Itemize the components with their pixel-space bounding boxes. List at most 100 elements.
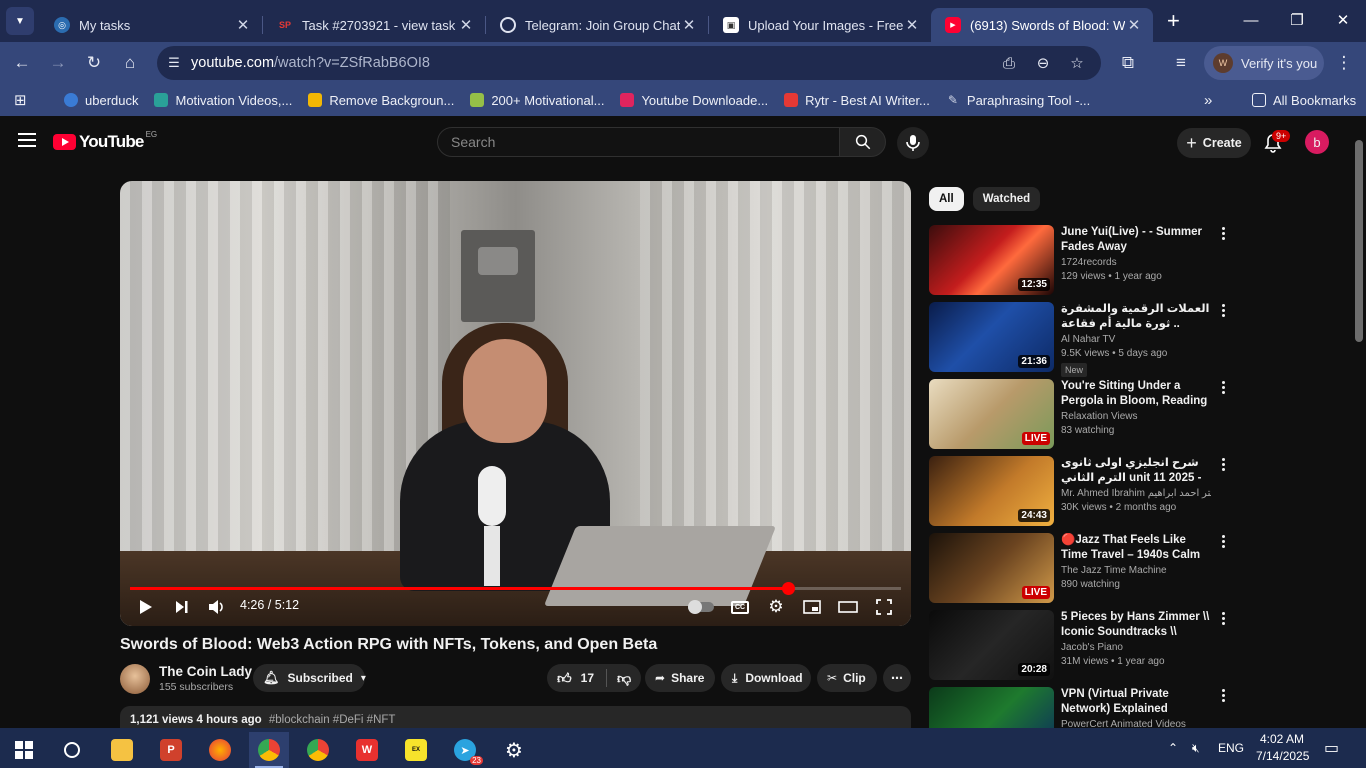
taskbar-settings[interactable]: ⚙ (494, 732, 534, 768)
play-button[interactable] (134, 595, 158, 619)
channel-name[interactable]: The Coin Lady (159, 664, 252, 679)
recommendation-item[interactable]: 21:36 العملات الرقمية والمشفرة .. ثورة م… (929, 302, 1229, 377)
youtube-logo[interactable]: YouTube EG (53, 130, 157, 152)
video-thumbnail[interactable] (929, 687, 1054, 728)
address-bar[interactable]: ☰ youtube.com/watch?v=ZSfRabB6OI8 ⎙ ⊖ ☆ (157, 46, 1101, 80)
description-box[interactable]: 1,121 views 4 hours ago #blockchain #DeF… (120, 706, 911, 728)
recommendation-channel[interactable]: Al Nahar TV (1061, 334, 1211, 345)
video-thumbnail[interactable]: 20:28 (929, 610, 1054, 680)
like-button[interactable]: 👍︎ (557, 670, 572, 687)
bookmark-youtube-downloader[interactable]: Youtube Downloade... (620, 93, 768, 108)
more-actions-button[interactable]: ⋯ (883, 664, 911, 692)
more-options-icon[interactable] (1219, 535, 1227, 551)
system-clock[interactable]: 4:02 AM 7/14/2025 (1256, 731, 1309, 765)
recommendation-title[interactable]: You're Sitting Under a Pergola in Bloom,… (1061, 379, 1211, 409)
close-tab-icon[interactable]: ✕ (1125, 16, 1143, 34)
home-icon[interactable]: ⌂ (112, 45, 148, 81)
bookmark-motivational[interactable]: 200+ Motivational... (470, 93, 604, 108)
recommendation-title[interactable]: شرح انجليزي اولى ثانوى الترم الثاني unit… (1061, 456, 1211, 486)
recommendation-channel[interactable]: Mr. Ahmed Ibrahim مستر احمد ابراهيم (1061, 488, 1211, 499)
extensions-icon[interactable]: ⧉ (1110, 45, 1146, 81)
all-bookmarks-button[interactable]: All Bookmarks (1252, 93, 1356, 108)
voice-search-button[interactable] (897, 127, 929, 159)
bookmark-paraphrasing-tool[interactable]: ✎ Paraphrasing Tool -... (946, 93, 1090, 108)
progress-bar[interactable] (130, 582, 901, 595)
bookmark-star-icon[interactable]: ☆ (1063, 54, 1091, 72)
bookmark-motivation-videos[interactable]: Motivation Videos,... (154, 93, 292, 108)
taskbar-exness[interactable]: EX (396, 732, 436, 768)
show-hidden-icons[interactable]: ⌃ (1168, 728, 1178, 768)
minimize-icon[interactable]: — (1228, 0, 1274, 40)
subscribed-button[interactable]: 🔔︎ Subscribed ▾ (253, 664, 366, 692)
more-bookmarks-icon[interactable]: » (1204, 92, 1212, 109)
clip-button[interactable]: ✂ Clip (817, 664, 877, 692)
download-button[interactable]: ⤓ Download (721, 664, 811, 692)
autoplay-toggle[interactable] (686, 595, 716, 619)
recommendation-title[interactable]: VPN (Virtual Private Network) Explained (1061, 687, 1211, 717)
chip-watched[interactable]: Watched (972, 187, 1041, 211)
miniplayer-button[interactable] (800, 595, 824, 619)
back-icon[interactable]: ← (4, 45, 40, 81)
recommendation-title[interactable]: June Yui(Live) - - Summer Fades Away (1061, 225, 1211, 255)
tab-task-view[interactable]: SP Task #2703921 - view task ✕ (263, 8, 485, 42)
task-view-button[interactable] (52, 732, 92, 768)
video-thumbnail[interactable]: LIVE (929, 533, 1054, 603)
search-input[interactable]: Search (437, 127, 840, 157)
next-button[interactable] (170, 595, 194, 619)
bookmark-remove-background[interactable]: Remove Backgroun... (308, 93, 454, 108)
video-thumbnail[interactable]: LIVE (929, 379, 1054, 449)
recommendation-item[interactable]: LIVE 🔴Jazz That Feels Like Time Travel –… (929, 533, 1229, 603)
chip-all[interactable]: All (929, 187, 964, 211)
close-tab-icon[interactable]: ✕ (680, 16, 698, 34)
recommendation-channel[interactable]: Jacob's Piano (1061, 642, 1211, 653)
notification-center-button[interactable]: ▭ (1324, 728, 1339, 768)
browser-menu-icon[interactable]: ⋮ (1326, 45, 1362, 81)
taskbar-telegram[interactable]: ➤ 23 (445, 732, 485, 768)
recommendation-item[interactable]: VPN (Virtual Private Network) Explained … (929, 687, 1229, 728)
new-tab-button[interactable]: + (1167, 8, 1191, 34)
video-thumbnail[interactable]: 12:35 (929, 225, 1054, 295)
recommendation-title[interactable]: 5 Pieces by Hans Zimmer \\ Iconic Soundt… (1061, 610, 1211, 640)
video-thumbnail[interactable]: 24:43 (929, 456, 1054, 526)
install-app-icon[interactable]: ⎙ (995, 55, 1023, 72)
recommendation-title[interactable]: 🔴Jazz That Feels Like Time Travel – 1940… (1061, 533, 1211, 563)
scrubber-handle[interactable] (781, 582, 795, 595)
recommendation-item[interactable]: LIVE You're Sitting Under a Pergola in B… (929, 379, 1229, 449)
close-window-icon[interactable]: ✕ (1320, 0, 1366, 40)
close-tab-icon[interactable]: ✕ (457, 16, 475, 34)
video-player[interactable]: 4:26 / 5:12 CC ⚙ (120, 181, 911, 626)
channel-avatar[interactable] (120, 664, 150, 694)
zoom-icon[interactable]: ⊖ (1029, 54, 1057, 72)
start-button[interactable] (4, 732, 44, 768)
scrollbar-thumb[interactable] (1355, 140, 1363, 342)
hashtags[interactable]: #blockchain #DeFi #NFT (269, 714, 396, 726)
more-options-icon[interactable] (1219, 227, 1227, 243)
recommendation-title[interactable]: العملات الرقمية والمشفرة .. ثورة مالية أ… (1061, 302, 1211, 332)
tab-my-tasks[interactable]: ◎ My tasks ✕ (40, 8, 262, 42)
media-control-icon[interactable]: ≡ (1163, 45, 1199, 81)
share-button[interactable]: ➦ Share (645, 664, 715, 692)
volume-tray-button[interactable]: 🔇︎ (1192, 728, 1200, 768)
tab-search-button[interactable]: ▼ (6, 7, 34, 35)
theater-mode-button[interactable] (836, 595, 860, 619)
taskbar-file-explorer[interactable] (102, 732, 142, 768)
reload-icon[interactable]: ↻ (76, 45, 112, 81)
fullscreen-button[interactable] (872, 595, 896, 619)
recommendation-channel[interactable]: 1724records (1061, 257, 1211, 268)
bookmark-uberduck[interactable]: uberduck (64, 93, 138, 108)
search-button[interactable] (839, 127, 886, 157)
bookmark-rytr[interactable]: Rytr - Best AI Writer... (784, 93, 930, 108)
settings-button[interactable]: ⚙ (764, 595, 788, 619)
taskbar-chrome-active[interactable] (249, 732, 289, 768)
recommendation-channel[interactable]: PowerCert Animated Videos (1061, 719, 1211, 728)
maximize-icon[interactable]: ❐ (1274, 0, 1320, 40)
more-options-icon[interactable] (1219, 458, 1227, 474)
account-avatar[interactable]: b (1305, 130, 1329, 154)
close-tab-icon[interactable]: ✕ (903, 16, 921, 34)
forward-icon[interactable]: → (40, 45, 76, 81)
more-options-icon[interactable] (1219, 689, 1227, 705)
dislike-button[interactable]: 👎︎ (617, 670, 631, 687)
recommendation-channel[interactable]: The Jazz Time Machine (1061, 565, 1211, 576)
volume-button[interactable] (205, 595, 229, 619)
taskbar-chrome[interactable] (298, 732, 338, 768)
